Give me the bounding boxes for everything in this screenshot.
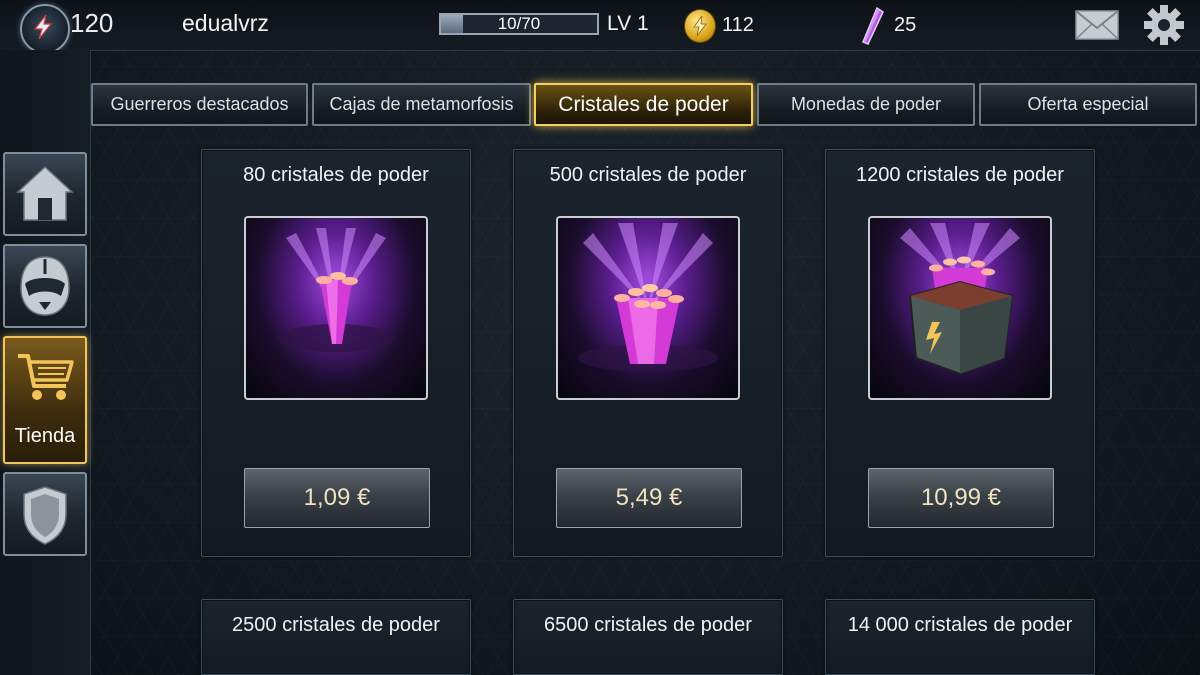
product-title: 80 cristales de poder — [243, 164, 429, 186]
product-card[interactable]: 500 cristales de poder 5,49 € — [513, 149, 783, 557]
product-card[interactable]: 6500 cristales de poder — [513, 599, 783, 675]
product-card[interactable]: 80 cristales de poder 1,09 € — [201, 149, 471, 557]
crystal-cluster-image — [556, 216, 740, 400]
crystal-chest-image — [868, 216, 1052, 400]
coin-icon — [684, 9, 716, 43]
sidebar-item-shield[interactable] — [3, 472, 87, 556]
shopping-cart-icon — [18, 354, 74, 400]
product-card[interactable]: 1200 cristales de poder 10,99 € — [825, 149, 1095, 557]
price-button[interactable]: 1,09 € — [244, 468, 430, 528]
shield-icon — [23, 486, 67, 545]
ranger-helmet-icon — [20, 256, 70, 316]
house-icon — [16, 165, 74, 221]
tab-monedas-de-poder[interactable]: Monedas de poder — [757, 83, 975, 126]
product-card[interactable]: 2500 cristales de poder — [201, 599, 471, 675]
sidebar-item-label: Tienda — [14, 425, 76, 447]
coin-count: 112 — [722, 14, 754, 36]
sidebar-item-shop[interactable]: Tienda — [3, 336, 87, 464]
mail-icon[interactable] — [1074, 9, 1120, 41]
crystal-small-bundle-image — [244, 216, 428, 400]
player-power: 120 — [70, 8, 114, 38]
power-emblem-icon[interactable] — [20, 4, 70, 54]
crystal-count: 25 — [894, 14, 917, 36]
price-button[interactable]: 10,99 € — [868, 468, 1054, 528]
product-title: 14 000 cristales de poder — [847, 614, 1073, 636]
top-bar: 120 edualvrz 10/70 LV 1 112 25 — [0, 0, 1200, 54]
product-title: 1200 cristales de poder — [856, 164, 1064, 186]
sidebar: Tienda — [0, 50, 91, 675]
tab-oferta-especial[interactable]: Oferta especial — [979, 83, 1197, 126]
sidebar-item-home[interactable] — [3, 152, 87, 236]
xp-text: 10/70 — [497, 14, 541, 33]
sidebar-item-rangers[interactable] — [3, 244, 87, 328]
crystal-icon — [862, 6, 884, 45]
product-title: 500 cristales de poder — [549, 164, 747, 186]
product-title: 6500 cristales de poder — [544, 614, 752, 636]
price-button[interactable]: 5,49 € — [556, 468, 742, 528]
product-card[interactable]: 14 000 cristales de poder — [825, 599, 1095, 675]
tab-cristales-de-poder[interactable]: Cristales de poder — [534, 83, 753, 126]
tab-cajas-de-metamorfosis[interactable]: Cajas de metamorfosis — [312, 83, 531, 126]
username[interactable]: edualvrz — [182, 10, 269, 37]
xp-bar: 10/70 — [439, 13, 599, 35]
player-level: LV 1 — [607, 12, 649, 35]
tab-guerreros-destacados[interactable]: Guerreros destacados — [91, 83, 308, 126]
gear-icon[interactable] — [1143, 4, 1185, 46]
product-title: 2500 cristales de poder — [232, 614, 440, 636]
